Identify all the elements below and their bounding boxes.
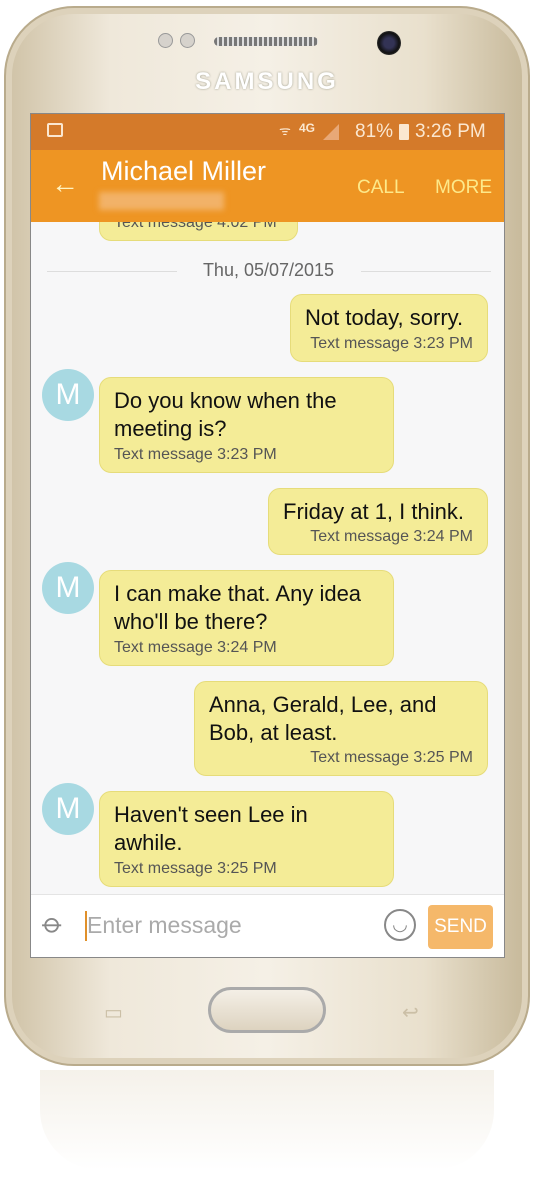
contact-name: Michael Miller [101, 156, 267, 186]
avatar[interactable]: M [42, 369, 94, 421]
send-button[interactable]: SEND [428, 905, 493, 949]
message-text: Anna, Gerald, Lee, and Bob, at least. [209, 692, 437, 745]
recent-apps-icon[interactable]: ▭ [104, 1000, 123, 1025]
message-text: Friday at 1, I think. [283, 499, 464, 524]
message-meta: Text message 3:25 PM [310, 749, 473, 766]
clock: 3:26 PM [415, 121, 486, 142]
battery-icon [399, 124, 409, 140]
message-meta: Text message 3:24 PM [310, 528, 473, 545]
screen: ᯤ 4G 81% 3:26 PM ← Michael Miller CALL M… [30, 113, 505, 958]
network-icon: 4G [299, 121, 316, 135]
brand-logo: SAMSUNG [195, 68, 339, 95]
front-camera [377, 31, 401, 55]
avatar[interactable]: M [42, 783, 94, 835]
message-bubble-sent[interactable]: Anna, Gerald, Lee, and Bob, at least. Te… [194, 681, 488, 776]
speaker-grille [214, 37, 318, 46]
battery-percent: 81% [355, 121, 394, 142]
message-text: Haven't seen Lee in awhile. [114, 802, 308, 855]
message-meta: Text message 3:24 PM [114, 639, 277, 656]
wifi-icon: ᯤ [279, 123, 291, 138]
blurred-phone-number [99, 192, 224, 210]
message-bubble-received[interactable]: Do you know when the meeting is? Text me… [99, 377, 394, 473]
message-meta: Text message 3:23 PM [310, 335, 473, 352]
message-meta: Text message 3:23 PM [114, 446, 277, 463]
app-bar: ← Michael Miller CALL MORE [31, 150, 504, 222]
date-divider: Thu, 05/07/2015 [202, 260, 335, 280]
back-arrow-icon[interactable]: ← [51, 168, 79, 200]
attachment-icon[interactable]: ⌀ [36, 906, 71, 941]
message-text: I can make that. Any idea who'll be ther… [114, 581, 362, 634]
message-text: Do you know when the meeting is? [114, 388, 337, 441]
message-bubble-sent[interactable]: Friday at 1, I think. Text message 3:24 … [268, 488, 488, 555]
status-bar: ᯤ 4G 81% 3:26 PM [31, 114, 504, 150]
phone-reflection [40, 1070, 494, 1170]
message-text: Not today, sorry. [305, 305, 464, 330]
message-input[interactable]: Enter message [87, 912, 242, 939]
gallery-notification-icon [47, 123, 63, 137]
signal-icon [323, 124, 339, 140]
message-bubble-received[interactable]: Haven't seen Lee in awhile. Text message… [99, 791, 394, 887]
composer: ⌀ Enter message ◡ SEND [31, 894, 504, 957]
more-button[interactable]: MORE [435, 177, 492, 199]
sensor [158, 33, 173, 48]
call-button[interactable]: CALL [357, 177, 405, 199]
home-button[interactable] [208, 987, 326, 1033]
message-bubble-sent[interactable]: Not today, sorry. Text message 3:23 PM [290, 294, 488, 362]
avatar[interactable]: M [42, 562, 94, 614]
back-key-icon[interactable]: ↩ [402, 1000, 419, 1025]
sensor [180, 33, 195, 48]
message-meta: Text message 3:25 PM [114, 860, 277, 877]
message-bubble-received[interactable]: I can make that. Any idea who'll be ther… [99, 570, 394, 666]
emoji-icon[interactable]: ◡ [384, 909, 416, 941]
